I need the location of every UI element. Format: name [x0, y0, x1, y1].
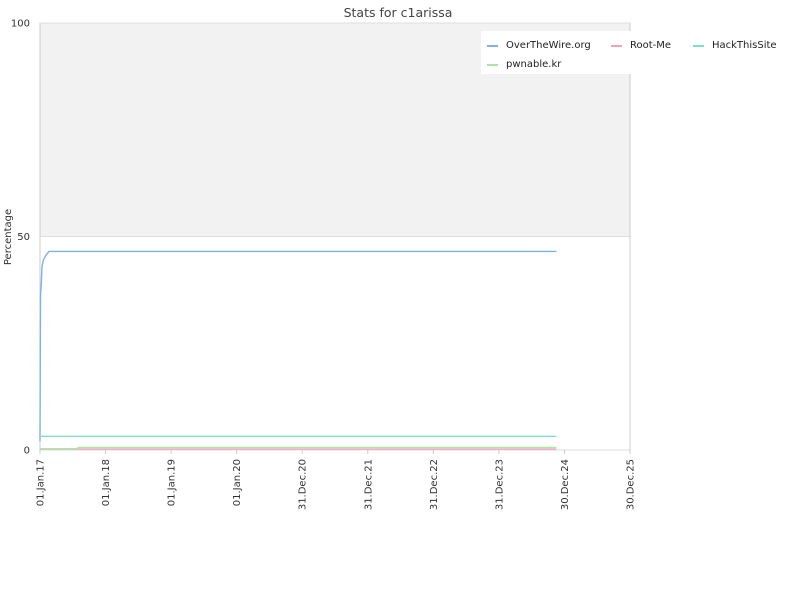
x-tick-label: 30.Dec.25	[626, 459, 637, 510]
legend-label: Root-Me	[630, 40, 671, 51]
y-axis-label: Percentage	[3, 209, 14, 265]
x-tick-label: 31.Dec.23	[494, 459, 505, 510]
chart: Stats for c1arissa 050100 01.Jan.17 01.Ja…	[3, 5, 777, 510]
y-tick-label: 50	[17, 232, 30, 243]
legend-label: pwnable.kr	[506, 59, 562, 70]
x-tick-label: 31.Dec.22	[429, 459, 440, 510]
x-tick-label: 01.Jan.18	[101, 459, 112, 506]
y-tick-label: 100	[11, 19, 30, 30]
x-axis: 01.Jan.17 01.Jan.18 01.Jan.19 01.Jan.20 31.D…	[36, 450, 637, 510]
legend-label: HackThisSite	[712, 40, 777, 51]
y-tick-label: 0	[24, 446, 30, 457]
x-tick-label: 30.Dec.24	[560, 459, 571, 510]
legend: OverTheWire.org Root-Me HackThisSite pwnabl…	[481, 31, 777, 74]
x-tick-label: 01.Jan.17	[36, 459, 47, 506]
series-layer	[39, 250, 557, 450]
x-tick-label: 01.Jan.20	[232, 459, 243, 506]
legend-label: OverTheWire.org	[506, 40, 591, 51]
series-line	[39, 250, 557, 442]
x-tick-label: 01.Jan.19	[167, 459, 178, 506]
x-tick-label: 31.Dec.21	[363, 459, 374, 510]
chart-title: Stats for c1arissa	[344, 5, 453, 20]
x-tick-label: 31.Dec.20	[298, 459, 309, 510]
